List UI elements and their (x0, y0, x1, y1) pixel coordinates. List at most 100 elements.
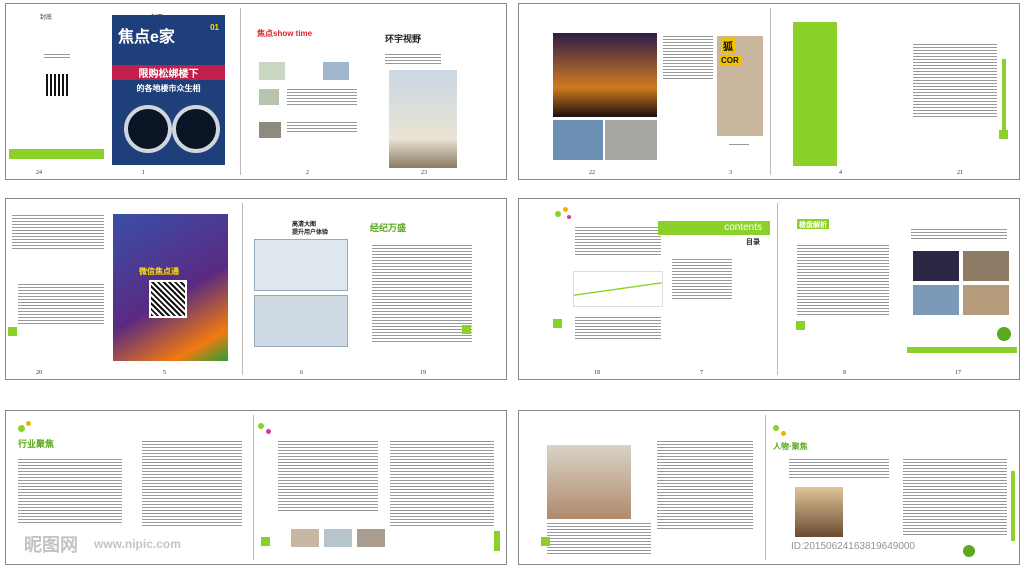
spread-divider (777, 203, 778, 375)
green-edge-bar (1011, 471, 1015, 541)
spread-divider (240, 8, 241, 175)
page-number: 3 (729, 170, 732, 176)
back-cover-text (44, 54, 70, 60)
spread-4: 18 contents 目录 7 楼盘解析 8 17 (518, 198, 1020, 380)
body-text (797, 245, 889, 317)
page-global-view: 环宇视野 23 (381, 4, 501, 179)
page-5-wechat-promo: 微信焦点通 5 (113, 199, 230, 379)
body-text (911, 229, 1007, 241)
page-7-contents: contents 目录 7 (658, 199, 770, 379)
body-text (18, 459, 122, 525)
cover-title: 焦点e家 (118, 29, 175, 46)
interior-photo (963, 285, 1009, 315)
page-number: 6 (300, 370, 303, 376)
page-21: 21 (909, 4, 1019, 179)
body-text (142, 441, 242, 528)
contents-banner: contents (658, 221, 770, 235)
portrait-photo (795, 487, 843, 537)
photo (259, 122, 281, 138)
page-20: 20 (6, 199, 111, 379)
screenshot (254, 239, 348, 291)
photo (259, 62, 285, 80)
page-flag (8, 327, 17, 336)
group-photo (547, 445, 631, 519)
decor-dot (18, 425, 25, 432)
contents-heading: contents (724, 222, 762, 233)
page-number: 4 (839, 170, 842, 176)
green-sidebar (793, 22, 837, 166)
mulu-heading: 目录 (746, 239, 760, 246)
page-number: 5 (163, 370, 166, 376)
line-chart (573, 271, 663, 307)
page-3: 狐 COR 3 (659, 4, 765, 179)
body-text (278, 441, 378, 513)
fox-logo: 狐 (721, 38, 735, 53)
body-text (12, 215, 104, 251)
spread-1: 封底 封面 24 焦点e家 01 限购松绑楼下 的各地楼市众生相 1 焦点sho… (5, 3, 507, 180)
watermark-id: ID:20150624163819649000 (791, 541, 916, 552)
page-number: 18 (594, 370, 600, 376)
renwu-heading: 人物·聚焦 (773, 442, 808, 451)
decor-dot (266, 429, 271, 434)
page-number: 8 (843, 370, 846, 376)
spread-5: 行业聚焦 昵图网 www.nipic.com (5, 410, 507, 565)
portrait-photo: 狐 COR (717, 36, 763, 136)
body-text (575, 227, 661, 257)
wechat-heading: 微信焦点通 (139, 267, 179, 276)
body-text (547, 523, 651, 556)
spread-6: 人物·聚焦 ID:20150624163819649000 (518, 410, 1020, 565)
spread-divider (765, 415, 766, 560)
office-photo (324, 529, 352, 547)
jingji-heading: 经纪万盛 (370, 223, 407, 233)
opera-house-photo (553, 120, 603, 160)
page-17: 17 (907, 199, 1017, 379)
page-number: 21 (957, 170, 963, 176)
promo-poster: 微信焦点通 (113, 214, 228, 361)
body-text (372, 245, 472, 344)
office-photo (291, 529, 319, 547)
page-back-cover: 24 (6, 4, 106, 179)
signature (729, 144, 749, 147)
page-6: 高清大图 提升用户体验 6 (250, 199, 360, 379)
qr-code (46, 74, 68, 96)
page-4: 4 (779, 4, 889, 179)
tree-illustration (963, 545, 975, 557)
spread-2: 22 狐 COR 3 4 21 (518, 3, 1020, 180)
loupan-heading: 楼盘解析 (799, 222, 827, 229)
body-text (385, 54, 441, 66)
body-text (913, 44, 997, 119)
page-number: 23 (421, 170, 427, 176)
body-text (287, 122, 357, 134)
page-number: 22 (589, 170, 595, 176)
body-text (903, 459, 1007, 537)
office-photo (357, 529, 385, 547)
page-flag (462, 325, 471, 334)
page-flag (553, 319, 562, 328)
cor-logo: COR (719, 56, 741, 65)
page-number: 19 (420, 370, 426, 376)
body-text (789, 459, 889, 480)
cover-image: 焦点e家 01 限购松绑楼下 的各地楼市众生相 (112, 15, 225, 165)
binocular-left-lens (124, 105, 172, 153)
toc-entries (672, 259, 732, 301)
decor-dot (26, 421, 31, 426)
body-text (390, 441, 494, 528)
night-city-photo (913, 251, 959, 281)
page-number: 1 (142, 170, 145, 176)
building-photo (963, 251, 1009, 281)
spread-divider (253, 415, 254, 560)
green-edge-bar (494, 531, 500, 551)
cover-subtitle: 的各地楼市众生相 (136, 84, 201, 93)
page-8: 楼盘解析 8 (783, 199, 893, 379)
cover-issue: 01 (210, 23, 219, 32)
spread-3: 20 微信焦点通 5 高清大图 提升用户体验 6 经纪万盛 19 (5, 198, 507, 380)
page-number: 20 (36, 370, 42, 376)
green-edge-bar (1002, 59, 1006, 139)
green-footer-bar (9, 149, 104, 159)
decor-dot (773, 425, 779, 431)
page-19: 经纪万盛 19 (366, 199, 501, 379)
page-number: 17 (955, 370, 961, 376)
skyscraper-photo (389, 70, 457, 168)
residential-photo (913, 285, 959, 315)
stadium-photo (553, 33, 657, 117)
